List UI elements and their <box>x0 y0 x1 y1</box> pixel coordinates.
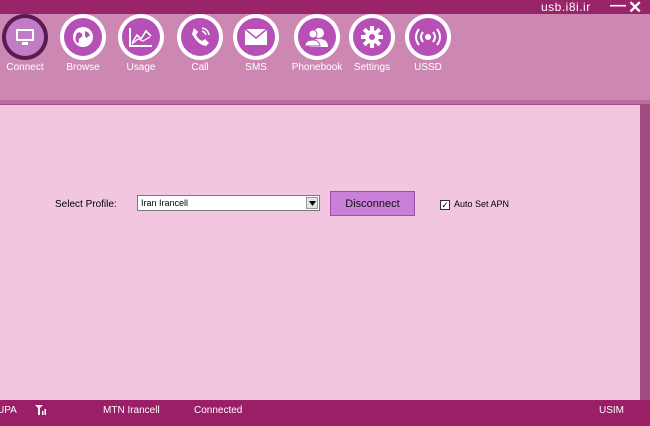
auto-set-apn-label: Auto Set APN <box>454 199 510 209</box>
tool-label: Connect <box>6 62 44 73</box>
toolbar: Connect Browse Usage Call SMS Phonebook <box>0 14 650 100</box>
disconnect-button[interactable]: Disconnect <box>330 191 415 216</box>
auto-set-apn-checkbox[interactable]: ✓ <box>440 200 450 210</box>
tool-usage[interactable]: Usage <box>112 14 172 76</box>
select-profile-label: Select Profile: <box>55 199 117 210</box>
tool-label: SMS <box>245 62 267 73</box>
tool-connect[interactable]: Connect <box>0 14 56 76</box>
tool-label: Browse <box>66 62 100 73</box>
tool-label: USSD <box>414 62 442 73</box>
signal-strength-icon <box>35 404 47 419</box>
connection-status: Connected <box>194 405 243 416</box>
phone-icon <box>181 18 219 56</box>
tool-label: Usage <box>126 62 156 73</box>
tool-phonebook[interactable]: Phonebook <box>288 14 348 76</box>
tool-label: Settings <box>353 62 391 73</box>
gear-icon <box>353 18 391 56</box>
profile-select-value: Iran Irancell <box>141 198 189 208</box>
site-title: usb.i8i.ir <box>541 0 591 14</box>
contacts-icon <box>298 18 336 56</box>
sim-type: USIM <box>599 405 624 416</box>
envelope-icon <box>237 18 275 56</box>
window-frame-right <box>641 104 650 400</box>
tool-call[interactable]: Call <box>171 14 231 76</box>
status-bar: UPA MTN Irancell Connected USIM <box>0 400 650 426</box>
monitor-icon <box>6 18 44 56</box>
chart-icon <box>122 18 160 56</box>
tool-label: Phonebook <box>291 62 343 73</box>
operator-name: MTN Irancell <box>103 405 160 416</box>
tool-sms[interactable]: SMS <box>227 14 287 76</box>
network-mode: UPA <box>0 405 17 416</box>
tool-browse[interactable]: Browse <box>54 14 114 76</box>
minimize-button[interactable]: — <box>610 0 626 15</box>
globe-icon <box>64 18 102 56</box>
chevron-down-icon[interactable] <box>306 197 318 209</box>
tool-ussd[interactable]: USSD <box>399 14 459 76</box>
profile-select[interactable]: Iran Irancell <box>137 195 320 211</box>
connect-panel: Select Profile: Iran Irancell Disconnect… <box>0 104 641 400</box>
signal-icon <box>409 18 447 56</box>
tool-settings[interactable]: Settings <box>343 14 403 76</box>
tool-label: Call <box>191 62 209 73</box>
